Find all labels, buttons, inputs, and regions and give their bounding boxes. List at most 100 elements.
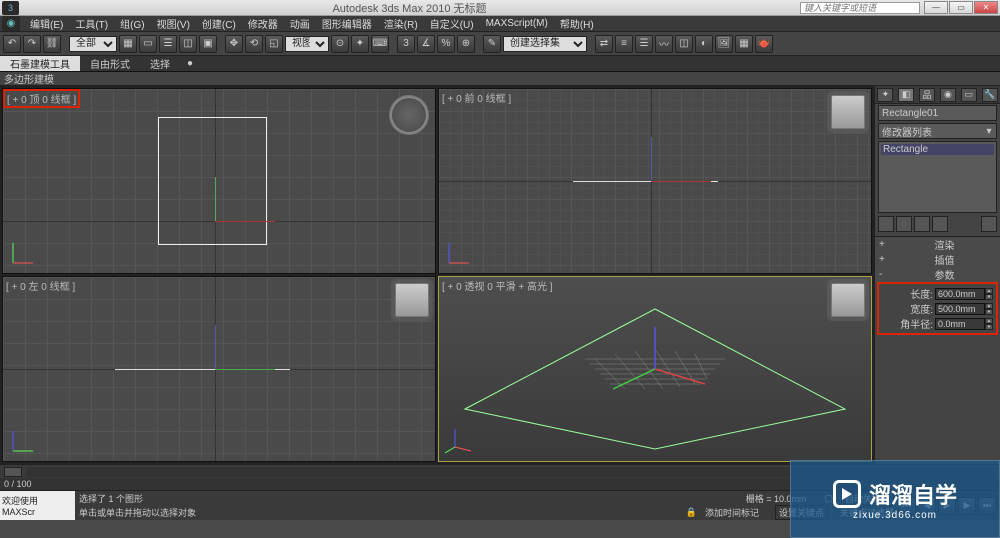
viewport-top[interactable]: [ + 0 顶 0 线框 ] [2,88,436,274]
modifier-stack[interactable]: Rectangle [878,141,997,213]
transform-gizmo-z[interactable] [651,137,652,181]
viewport-perspective[interactable]: [ + 0 透视 0 平滑 + 高光 ] [438,276,872,462]
redo-icon[interactable]: ↷ [23,35,41,53]
menu-help[interactable]: 帮助(H) [554,16,600,31]
link-icon[interactable]: ⛓ [43,35,61,53]
spinner-down-icon[interactable]: ▾ [985,324,993,330]
create-tab-icon[interactable]: ✦ [877,88,893,102]
named-sel-edit-icon[interactable]: ✎ [483,35,501,53]
spinner-down-icon[interactable]: ▾ [985,294,993,300]
menu-group[interactable]: 组(G) [114,16,150,31]
select-filter-icon[interactable]: ▦ [119,35,137,53]
menu-render[interactable]: 渲染(R) [378,16,424,31]
show-end-icon[interactable] [896,216,912,232]
welcome-panel[interactable]: 欢迎使用 MAXScr [0,491,75,520]
transform-gizmo-x[interactable] [215,221,275,222]
tab-selection[interactable]: 选择 [140,56,180,71]
viewcube-front-icon[interactable] [831,95,865,129]
viewcube-persp-icon[interactable] [831,283,865,317]
panel-poly-modeling[interactable]: 多边形建模 [4,71,54,86]
manip-icon[interactable]: ✦ [351,35,369,53]
render-frame-icon[interactable]: ▦ [735,35,753,53]
width-input[interactable]: 500.0mm [935,303,985,315]
menu-maxscript[interactable]: MAXScript(M) [480,16,554,31]
viewport-top-label[interactable]: [ + 0 顶 0 线框 ] [3,89,80,108]
menu-graph[interactable]: 图形编辑器 [316,16,378,31]
menu-tools[interactable]: 工具(T) [69,16,114,31]
viewport-left[interactable]: [ + 0 左 0 线框 ] [2,276,436,462]
menu-animation[interactable]: 动画 [284,16,316,31]
scale-icon[interactable]: ◱ [265,35,283,53]
snap-icon[interactable]: 3 [397,35,415,53]
transform-gizmo-x[interactable] [651,181,711,182]
percent-snap-icon[interactable]: % [437,35,455,53]
viewcube-top-icon[interactable] [389,95,429,135]
layers-icon[interactable]: ☰ [635,35,653,53]
viewport-front-label[interactable]: [ + 0 前 0 线框 ] [439,89,514,106]
utilities-tab-icon[interactable]: 🔧 [982,88,998,102]
viewcube-left-icon[interactable] [395,283,429,317]
keyboard-icon[interactable]: ⌨ [371,35,389,53]
time-handle-icon[interactable] [4,467,22,477]
app-menu-icon[interactable]: ◉ [2,16,20,31]
viewport-persp-label[interactable]: [ + 0 透视 0 平滑 + 高光 ] [439,277,556,294]
schematic-icon[interactable]: ◫ [675,35,693,53]
display-tab-icon[interactable]: ▭ [961,88,977,102]
make-unique-icon[interactable] [914,216,930,232]
select-region-icon[interactable]: ◫ [179,35,197,53]
menu-modifiers[interactable]: 修改器 [242,16,284,31]
named-sel-select[interactable]: 创建选择集 [503,36,587,52]
select-name-icon[interactable]: ☰ [159,35,177,53]
rotate-icon[interactable]: ⟲ [245,35,263,53]
axis-gizmo-persp [445,427,473,455]
stack-item[interactable]: Rectangle [881,144,994,155]
length-input[interactable]: 600.0mm [935,288,985,300]
transform-gizmo-y[interactable] [215,177,216,221]
modify-tab-icon[interactable]: ◧ [898,88,914,102]
object-name-field[interactable]: Rectangle01 [878,105,997,121]
pivot-icon[interactable]: ⊙ [331,35,349,53]
pin-stack-icon[interactable] [878,216,894,232]
rollout-interpolation[interactable]: +插值 [875,252,1000,267]
viewport-left-label[interactable]: [ + 0 左 0 线框 ] [3,277,78,294]
rollout-parameters[interactable]: -参数 [875,267,1000,282]
tab-freeform[interactable]: 自由形式 [80,56,140,71]
menu-create[interactable]: 创建(C) [196,16,242,31]
spinner-snap-icon[interactable]: ⊕ [457,35,475,53]
move-icon[interactable]: ✥ [225,35,243,53]
material-editor-icon[interactable]: ◐ [695,35,713,53]
tab-graphite[interactable]: 石墨建模工具 [0,56,80,71]
transform-gizmo-z[interactable] [215,325,216,369]
rectangle-shape[interactable] [158,117,267,245]
render-icon[interactable]: 🫖 [755,35,773,53]
configure-icon[interactable] [981,216,997,232]
modifier-list-select[interactable]: 修改器列表 ▾ [878,123,997,139]
minimize-button[interactable]: — [924,1,948,14]
viewport-front[interactable]: [ + 0 前 0 线框 ] [438,88,872,274]
close-button[interactable]: ✕ [974,1,998,14]
motion-tab-icon[interactable]: ◉ [940,88,956,102]
window-crossing-icon[interactable]: ▣ [199,35,217,53]
tab-record-icon[interactable]: ● [180,56,200,71]
mirror-icon[interactable]: ⇄ [595,35,613,53]
add-time-tag[interactable]: 添加时间标记 [705,506,759,519]
corner-input[interactable]: 0.0mm [935,318,985,330]
render-setup-icon[interactable]: 🖼 [715,35,733,53]
search-input[interactable] [800,2,920,14]
menu-edit[interactable]: 编辑(E) [24,16,69,31]
align-icon[interactable]: ≡ [615,35,633,53]
select-object-icon[interactable]: ▭ [139,35,157,53]
maximize-button[interactable]: ▭ [949,1,973,14]
transform-gizmo-y[interactable] [215,369,275,370]
undo-icon[interactable]: ↶ [3,35,21,53]
angle-snap-icon[interactable]: ∡ [417,35,435,53]
hierarchy-tab-icon[interactable]: 品 [919,88,935,102]
curve-editor-icon[interactable]: 〰 [655,35,673,53]
selection-scope-select[interactable]: 全部 [69,36,117,52]
spinner-down-icon[interactable]: ▾ [985,309,993,315]
menu-customize[interactable]: 自定义(U) [424,16,480,31]
menu-views[interactable]: 视图(V) [151,16,196,31]
rollout-render[interactable]: +渲染 [875,237,1000,252]
ref-coord-select[interactable]: 视图 [285,36,329,52]
remove-mod-icon[interactable] [932,216,948,232]
